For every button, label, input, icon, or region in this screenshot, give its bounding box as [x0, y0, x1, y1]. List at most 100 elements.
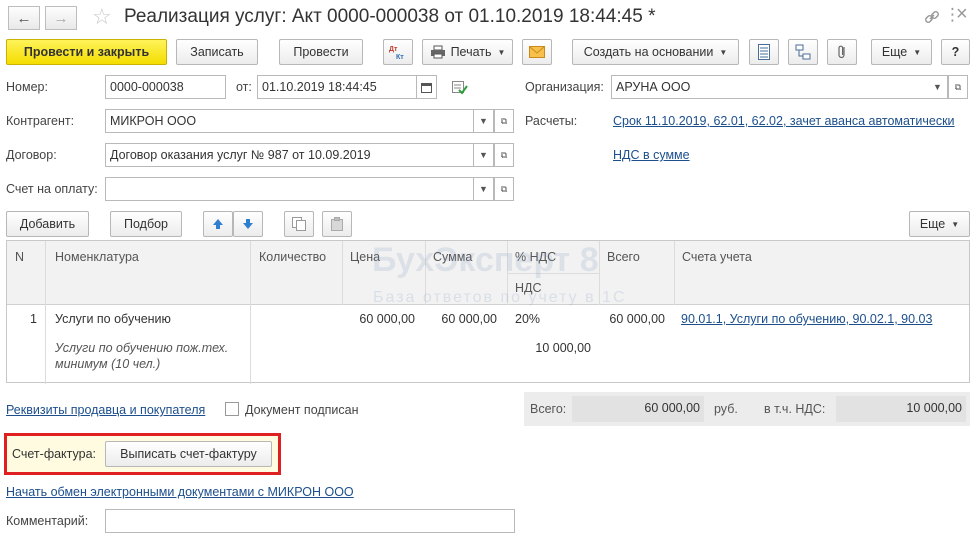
- contract-open-button[interactable]: ⧉: [494, 143, 514, 167]
- dt-kt-button[interactable]: Дт Кт: [383, 39, 413, 65]
- col-header-n[interactable]: N: [15, 250, 24, 264]
- svg-text:Кт: Кт: [396, 54, 404, 61]
- col-header-account[interactable]: Счета учета: [682, 250, 752, 264]
- post-and-close-button[interactable]: Провести и закрыть: [6, 39, 167, 65]
- arrow-down-icon: [243, 219, 253, 229]
- chevron-down-icon: ▼: [479, 184, 488, 194]
- move-down-button[interactable]: [233, 211, 263, 237]
- organization-dropdown-button[interactable]: ▼: [928, 75, 948, 99]
- table-more-label: Еще: [919, 217, 946, 231]
- close-icon[interactable]: ×: [956, 3, 968, 26]
- invoice-for-payment-field[interactable]: [105, 177, 474, 201]
- organization-open-button[interactable]: ⧉: [948, 75, 968, 99]
- create-based-on-label: Создать на основании: [583, 45, 714, 59]
- counterparty-field[interactable]: МИКРОН ООО: [105, 109, 474, 133]
- paste-icon: [331, 217, 343, 231]
- chevron-down-icon: ▼: [913, 47, 922, 57]
- chevron-down-icon: ▼: [479, 150, 488, 160]
- open-window-icon: ⧉: [954, 81, 962, 92]
- cell-account-link[interactable]: 90.01.1, Услуги по обучению, 90.02.1, 90…: [681, 312, 932, 326]
- vat-total-value: 10 000,00: [836, 396, 966, 422]
- settlements-link[interactable]: Срок 11.10.2019, 62.01, 62.02, зачет ава…: [613, 114, 955, 128]
- chevron-down-icon: ▼: [479, 116, 488, 126]
- post-status-icon: [452, 81, 468, 95]
- arrow-up-icon: [213, 219, 223, 229]
- paste-row-button[interactable]: [322, 211, 352, 237]
- comment-field[interactable]: [105, 509, 515, 533]
- col-header-item[interactable]: Номенклатура: [55, 250, 139, 264]
- more-label: Еще: [881, 45, 908, 59]
- counterparty-open-button[interactable]: ⧉: [494, 109, 514, 133]
- open-window-icon: ⧉: [500, 183, 508, 194]
- contract-dropdown-button[interactable]: ▼: [474, 143, 494, 167]
- totals-panel: Всего: 60 000,00 руб. в т.ч. НДС: 10 000…: [524, 392, 970, 426]
- invoice-for-payment-label: Счет на оплату:: [6, 182, 98, 196]
- date-field[interactable]: 01.10.2019 18:44:45: [257, 75, 417, 99]
- number-label: Номер:: [6, 80, 48, 94]
- requisites-link[interactable]: Реквизиты продавца и покупателя: [6, 403, 205, 417]
- table-more-button[interactable]: Еще ▼: [909, 211, 970, 237]
- pick-label: Подбор: [123, 217, 169, 231]
- attachments-button[interactable]: [827, 39, 857, 65]
- document-signed-label: Документ подписан: [245, 403, 359, 417]
- currency-label: руб.: [714, 402, 738, 416]
- watermark-title: БухЭксперт 8: [372, 241, 599, 279]
- hierarchy-icon: [795, 44, 811, 60]
- printer-icon: [430, 45, 445, 59]
- date-label: от:: [236, 80, 252, 94]
- structure-button[interactable]: [788, 39, 818, 65]
- link-icon[interactable]: [924, 9, 940, 25]
- organization-label: Организация:: [525, 80, 604, 94]
- back-button[interactable]: ←: [8, 6, 40, 30]
- more-button[interactable]: Еще ▼: [871, 39, 932, 65]
- cell-price: 60 000,00: [359, 312, 415, 326]
- add-row-button[interactable]: Добавить: [6, 211, 89, 237]
- cell-sum: 60 000,00: [441, 312, 497, 326]
- copy-icon: [292, 217, 306, 231]
- counterparty-dropdown-button[interactable]: ▼: [474, 109, 494, 133]
- col-header-qty[interactable]: Количество: [259, 250, 326, 264]
- arrow-right-icon: →: [53, 9, 69, 27]
- invoice-doc-label: Счет-фактура:: [12, 447, 97, 461]
- create-based-on-button[interactable]: Создать на основании ▼: [572, 39, 739, 65]
- save-label: Записать: [190, 45, 244, 59]
- paperclip-icon: [838, 45, 845, 59]
- vat-in-sum-link[interactable]: НДС в сумме: [613, 148, 690, 162]
- post-button[interactable]: Провести: [279, 39, 363, 65]
- cell-item-desc: минимум (10 чел.): [55, 357, 161, 371]
- copy-row-button[interactable]: [284, 211, 314, 237]
- help-button[interactable]: ?: [941, 39, 970, 65]
- pick-button[interactable]: Подбор: [110, 211, 182, 237]
- forward-button[interactable]: →: [45, 6, 77, 30]
- document-signed-checkbox[interactable]: [225, 402, 239, 416]
- calendar-button[interactable]: [417, 75, 437, 99]
- contract-field[interactable]: Договор оказания услуг № 987 от 10.09.20…: [105, 143, 474, 167]
- move-up-button[interactable]: [203, 211, 233, 237]
- favorite-star-icon[interactable]: ☆: [92, 4, 112, 30]
- report-button[interactable]: [749, 39, 779, 65]
- cell-vat: 10 000,00: [535, 341, 591, 355]
- svg-text:Дт: Дт: [389, 46, 398, 53]
- print-button[interactable]: Печать ▼: [422, 39, 513, 65]
- issue-invoice-button[interactable]: Выписать счет-фактуру: [105, 441, 272, 467]
- print-label: Печать: [450, 45, 492, 59]
- post-label: Провести: [293, 45, 349, 59]
- document-list-icon: [758, 44, 770, 60]
- organization-field[interactable]: АРУНА ООО: [611, 75, 948, 99]
- number-field[interactable]: 0000-000038: [105, 75, 226, 99]
- email-button[interactable]: [522, 39, 552, 65]
- help-label: ?: [951, 45, 960, 59]
- goods-table: N Номенклатура Количество Цена Сумма % Н…: [6, 240, 970, 384]
- chevron-down-icon: ▼: [719, 47, 728, 57]
- counterparty-label: Контрагент:: [6, 114, 75, 128]
- col-header-total[interactable]: Всего: [607, 250, 640, 264]
- save-button[interactable]: Записать: [176, 39, 258, 65]
- cell-item-desc: Услуги по обучению пож.тех.: [55, 341, 229, 355]
- invoice-for-payment-dropdown-button[interactable]: ▼: [474, 177, 494, 201]
- chevron-down-icon: ▼: [933, 82, 942, 92]
- calendar-icon: [421, 82, 432, 93]
- cell-n: 1: [30, 312, 37, 326]
- invoice-for-payment-open-button[interactable]: ⧉: [494, 177, 514, 201]
- chevron-down-icon: ▼: [951, 219, 960, 229]
- edo-exchange-link[interactable]: Начать обмен электронными документами с …: [6, 485, 354, 499]
